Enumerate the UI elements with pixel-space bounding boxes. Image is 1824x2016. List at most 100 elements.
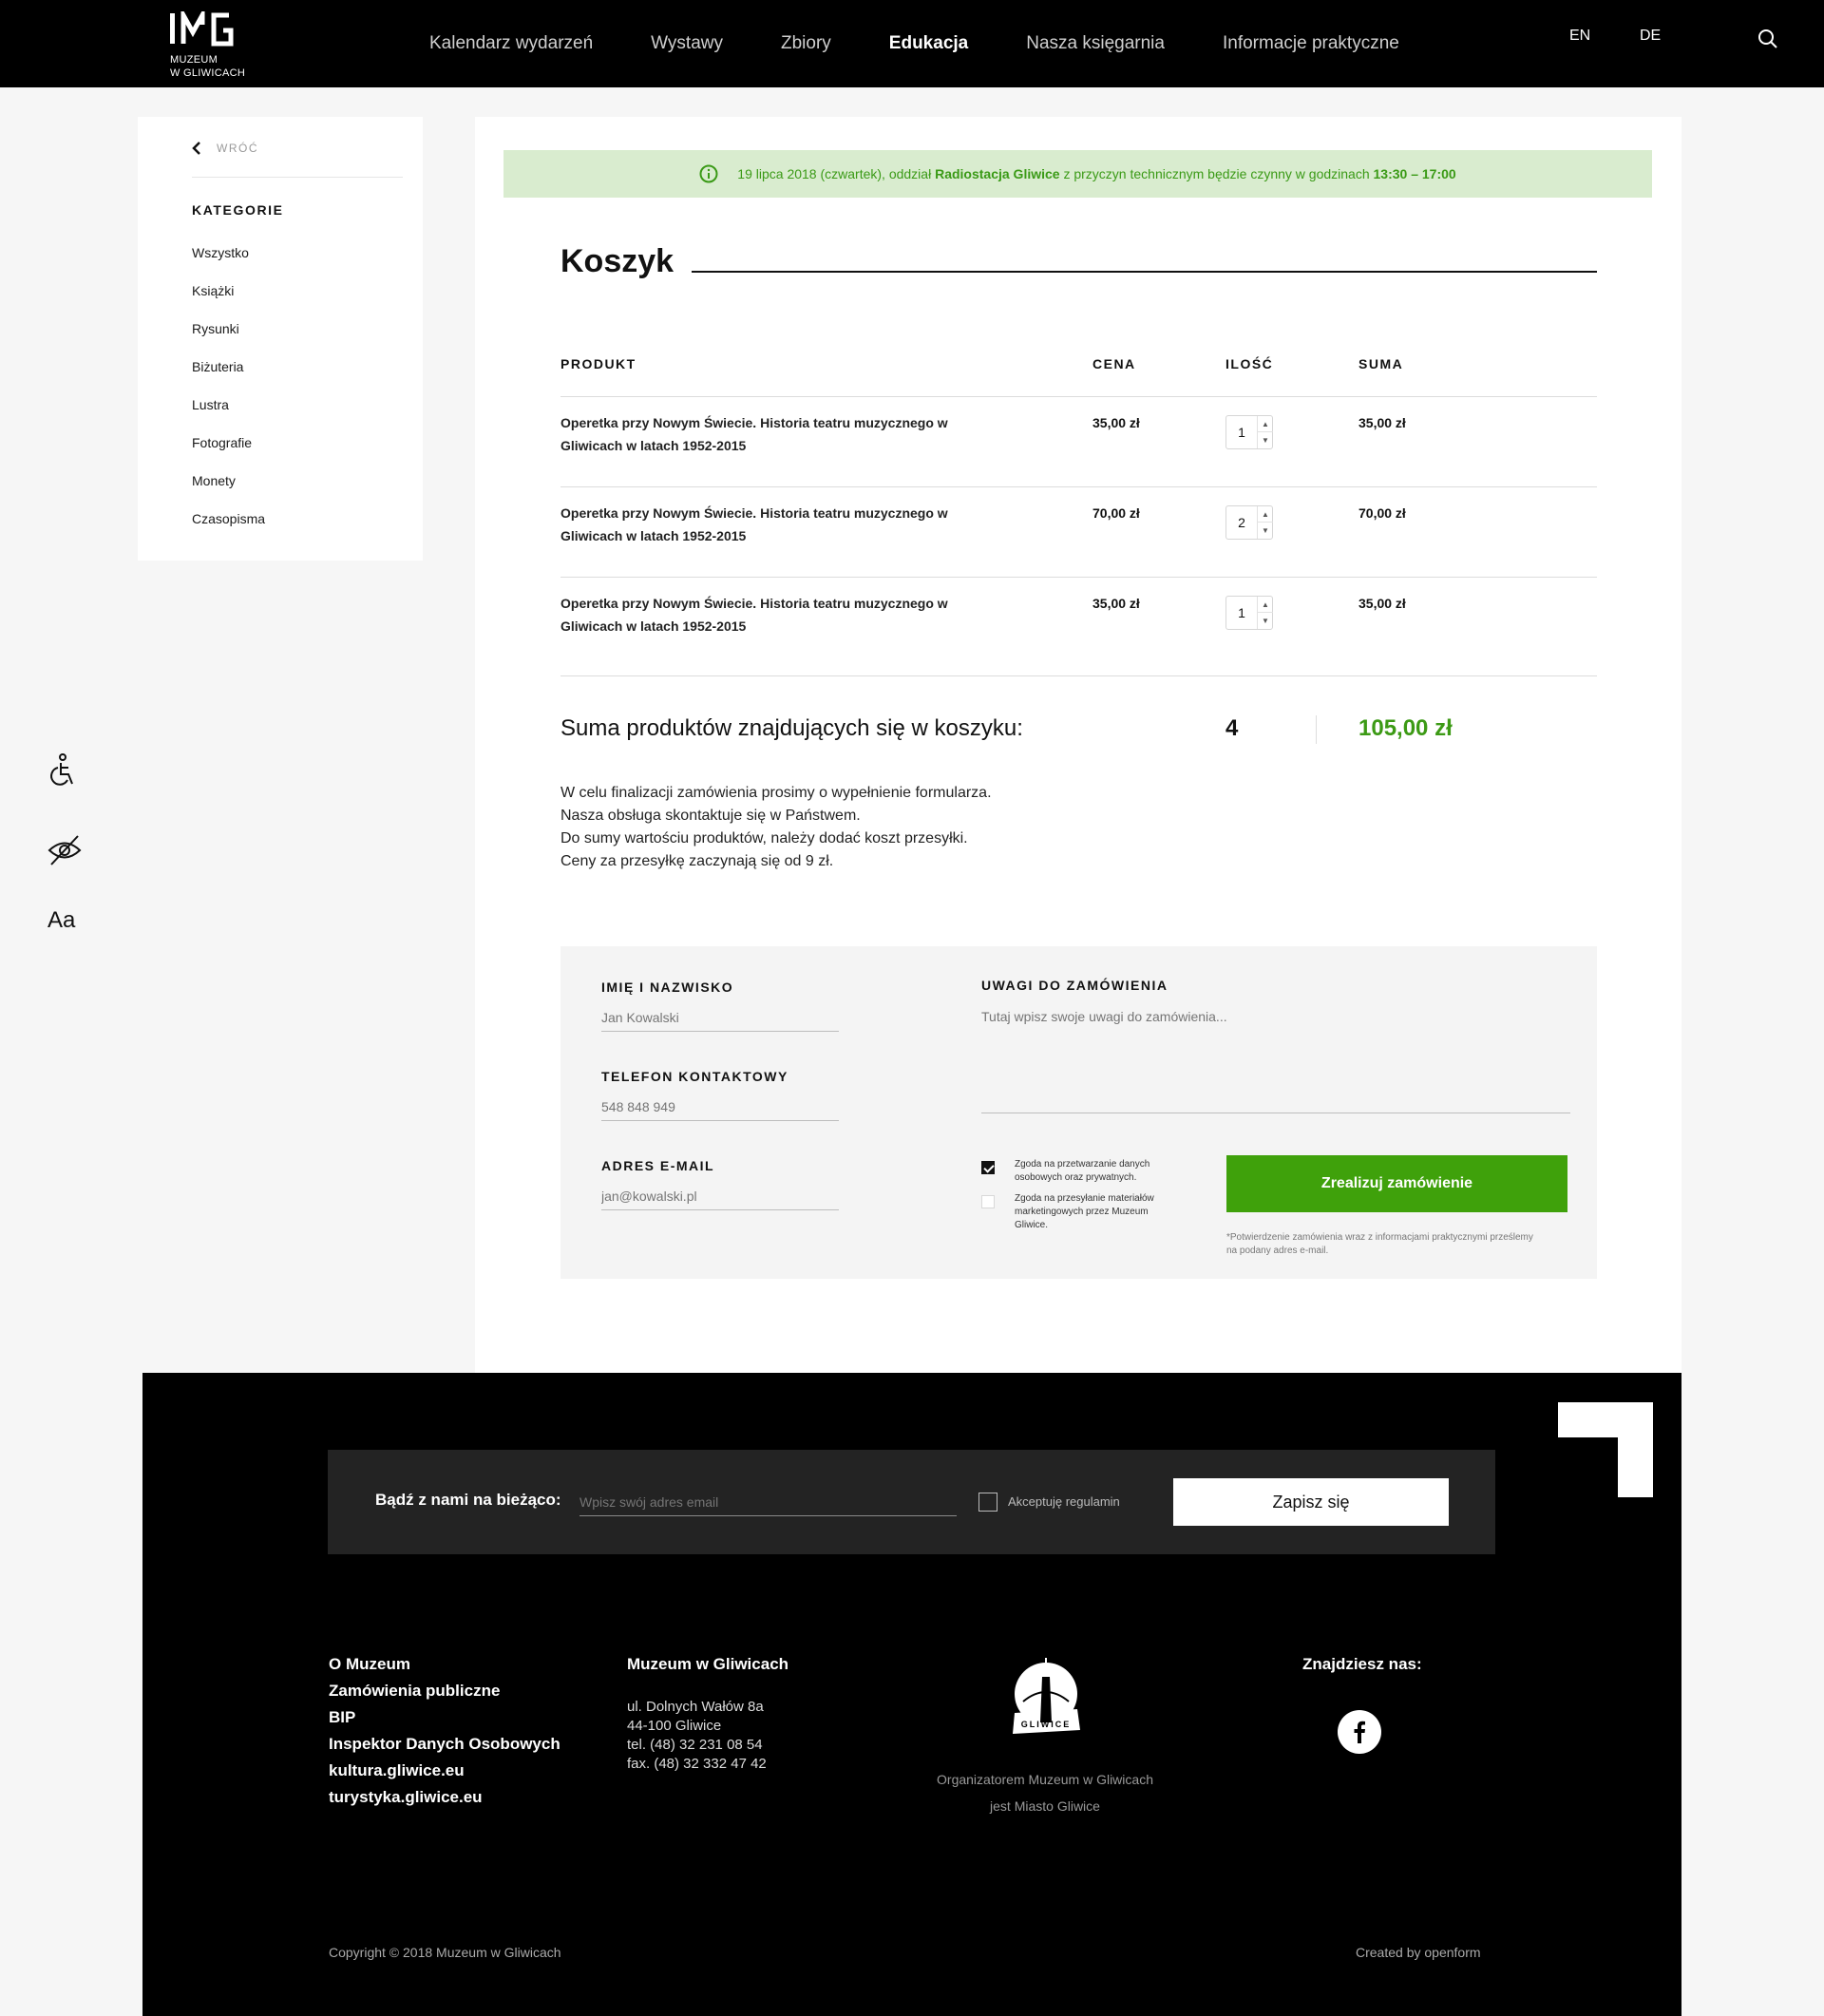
row-divider	[560, 675, 1597, 676]
nav-practical-info[interactable]: Informacje praktyczne	[1223, 33, 1399, 54]
newsletter-label: Bądź z nami na bieżąco:	[375, 1491, 561, 1509]
footer-link-bip[interactable]: BIP	[329, 1704, 560, 1731]
product-name[interactable]: Operetka przy Nowym Świecie. Historia te…	[560, 502, 998, 547]
consent-marketing-checkbox[interactable]	[981, 1195, 995, 1208]
chevron-up-icon[interactable]: ▲	[1257, 416, 1273, 432]
back-link[interactable]: WRÓĆ	[192, 142, 258, 155]
newsletter-bar: Bądź z nami na bieżąco: Akceptuję regula…	[328, 1450, 1495, 1554]
chevron-up-icon[interactable]: ▲	[1257, 506, 1273, 523]
phone-field[interactable]	[601, 1093, 839, 1121]
font-size-toggle[interactable]: Aa	[48, 907, 75, 934]
categories-title: KATEGORIE	[192, 202, 284, 218]
address-title: Muzeum w Gliwicach	[627, 1655, 789, 1673]
quantity-stepper[interactable]: 2 ▲ ▼	[1226, 505, 1273, 540]
museum-logo[interactable]: MUZEUM W GLIWICACH	[170, 11, 256, 80]
search-icon[interactable]	[1757, 28, 1779, 50]
footer-links: O Muzeum Zamówienia publiczne BIP Inspek…	[329, 1651, 560, 1811]
consent-data-checkbox[interactable]	[981, 1161, 995, 1174]
category-books[interactable]: Książki	[192, 281, 265, 319]
created-by-link[interactable]: Created by openform	[1356, 1945, 1481, 1960]
table-row: Operetka przy Nowym Świecie. Historia te…	[560, 577, 1597, 667]
category-photos[interactable]: Fotografie	[192, 433, 265, 471]
logo-mark-icon	[170, 11, 234, 47]
table-row: Operetka przy Nowym Świecie. Historia te…	[560, 486, 1597, 577]
facebook-icon[interactable]	[1338, 1710, 1381, 1754]
footer-link-data-inspector[interactable]: Inspektor Danych Osobowych	[329, 1731, 560, 1758]
divider	[192, 177, 403, 178]
category-magazines[interactable]: Czasopisma	[192, 509, 265, 547]
total-label: Suma produktów znajdujących się w koszyk…	[560, 715, 1023, 741]
footer-link-procurement[interactable]: Zamówienia publiczne	[329, 1678, 560, 1704]
order-footnote: *Potwierdzenie zamówienia wraz z informa…	[1226, 1232, 1533, 1256]
product-price: 70,00 zł	[1092, 505, 1140, 521]
notice-banner: 19 lipca 2018 (czwartek), oddział Radios…	[504, 150, 1652, 198]
footer-link-about[interactable]: O Muzeum	[329, 1651, 560, 1678]
quantity-value[interactable]: 1	[1226, 597, 1257, 629]
name-label: IMIĘ I NAZWISKO	[601, 979, 734, 995]
newsletter-email-input[interactable]	[580, 1488, 957, 1516]
site-header: MUZEUM W GLIWICACH Kalendarz wydarzeń Wy…	[0, 0, 1824, 87]
order-info-text: W celu finalizacji zamówienia prosimy o …	[560, 785, 992, 869]
lang-de-link[interactable]: DE	[1640, 28, 1661, 45]
cart-panel: 19 lipca 2018 (czwartek), oddział Radios…	[475, 117, 1682, 1373]
product-sum: 70,00 zł	[1358, 505, 1406, 521]
quantity-value[interactable]: 2	[1226, 506, 1257, 539]
footer-link-turystyka[interactable]: turystyka.gliwice.eu	[329, 1784, 560, 1811]
chevron-up-icon[interactable]: ▲	[1257, 597, 1273, 613]
nav-bookstore[interactable]: Nasza księgarnia	[1026, 33, 1165, 54]
chevron-down-icon[interactable]: ▼	[1257, 432, 1273, 448]
email-field[interactable]	[601, 1182, 839, 1210]
categories-list: Wszystko Książki Rysunki Biżuteria Lustr…	[192, 243, 265, 547]
nav-collections[interactable]: Zbiory	[781, 33, 831, 54]
contact-block: tel. (48) 32 231 08 54 fax. (48) 32 332 …	[627, 1737, 767, 1772]
main-nav: Kalendarz wydarzeń Wystawy Zbiory Edukac…	[429, 0, 1457, 87]
terms-checkbox[interactable]	[978, 1493, 998, 1512]
category-all[interactable]: Wszystko	[192, 243, 265, 281]
table-row: Operetka przy Nowym Świecie. Historia te…	[560, 396, 1597, 486]
quantity-value[interactable]: 1	[1226, 416, 1257, 448]
chevron-down-icon[interactable]: ▼	[1257, 523, 1273, 539]
address-block: ul. Dolnych Wałów 8a 44-100 Gliwice	[627, 1699, 764, 1734]
product-name[interactable]: Operetka przy Nowym Świecie. Historia te…	[560, 592, 998, 637]
subscribe-button[interactable]: Zapisz się	[1173, 1478, 1449, 1526]
wheelchair-icon[interactable]	[48, 753, 78, 788]
chevron-left-icon	[192, 142, 200, 155]
nav-exhibitions[interactable]: Wystawy	[651, 33, 723, 54]
submit-order-button[interactable]: Zrealizuj zamówienie	[1226, 1155, 1568, 1212]
notes-field[interactable]	[981, 1009, 1570, 1113]
emblem-text: GLIWICE	[1021, 1720, 1072, 1729]
product-sum: 35,00 zł	[1358, 596, 1406, 611]
footer-link-kultura[interactable]: kultura.gliwice.eu	[329, 1758, 560, 1784]
gliwice-emblem-icon: GLIWICE	[1013, 1658, 1080, 1734]
product-name[interactable]: Operetka przy Nowym Świecie. Historia te…	[560, 411, 998, 457]
divider	[1316, 715, 1317, 744]
title-underline	[692, 271, 1597, 273]
category-drawings[interactable]: Rysunki	[192, 319, 265, 357]
product-price: 35,00 zł	[1092, 415, 1140, 430]
organizer-text: Organizatorem Muzeum w Gliwicach jest Mi…	[937, 1772, 1153, 1814]
hide-contrast-icon[interactable]	[48, 834, 82, 866]
chevron-down-icon[interactable]: ▼	[1257, 613, 1273, 629]
quantity-stepper[interactable]: 1 ▲ ▼	[1226, 415, 1273, 449]
category-mirrors[interactable]: Lustra	[192, 395, 265, 433]
nav-education[interactable]: Edukacja	[889, 33, 968, 54]
nav-calendar[interactable]: Kalendarz wydarzeń	[429, 33, 593, 54]
page-title: Koszyk	[560, 243, 674, 279]
category-sidebar: WRÓĆ KATEGORIE Wszystko Książki Rysunki …	[138, 117, 423, 561]
terms-label[interactable]: Akceptuję regulamin	[1008, 1494, 1120, 1509]
notes-label: UWAGI DO ZAMÓWIENIA	[981, 978, 1168, 993]
consent-data-label: Zgoda na przetwarzanie danych osobowych …	[1015, 1159, 1150, 1183]
column-header-qty: ILOŚĆ	[1226, 356, 1274, 371]
info-icon	[699, 164, 718, 183]
lang-en-link[interactable]: EN	[1569, 28, 1590, 45]
category-coins[interactable]: Monety	[192, 471, 265, 509]
column-header-price: CENA	[1092, 356, 1136, 371]
consent-marketing-label: Zgoda na przesyłanie materiałów marketin…	[1015, 1193, 1154, 1230]
category-jewelry[interactable]: Biżuteria	[192, 357, 265, 395]
back-label: WRÓĆ	[217, 142, 258, 155]
logo-text: MUZEUM W GLIWICACH	[170, 54, 246, 79]
quantity-stepper[interactable]: 1 ▲ ▼	[1226, 596, 1273, 630]
copyright-text: Copyright © 2018 Muzeum w Gliwicach	[329, 1945, 561, 1960]
notice-text: 19 lipca 2018 (czwartek), oddział Radios…	[737, 166, 1456, 181]
name-field[interactable]	[601, 1003, 839, 1032]
